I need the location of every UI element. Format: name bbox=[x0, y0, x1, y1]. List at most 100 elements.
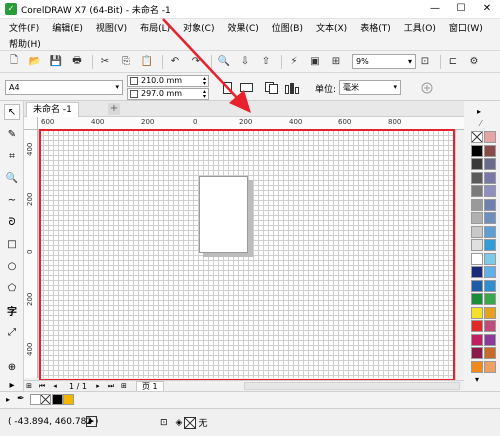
palette-scroll-down-icon[interactable]: ▾ bbox=[475, 375, 479, 384]
palette-swatch[interactable] bbox=[484, 144, 496, 157]
palette-swatch[interactable] bbox=[471, 212, 483, 224]
menu-file[interactable]: 文件(F) bbox=[9, 21, 39, 34]
doc-swatch-black[interactable] bbox=[52, 394, 63, 405]
palette-swatch[interactable] bbox=[471, 144, 483, 157]
palette-swatch[interactable] bbox=[471, 225, 483, 238]
ellipse-tool-icon[interactable]: ○ bbox=[4, 258, 20, 274]
import-icon[interactable]: ⇩ bbox=[236, 54, 254, 70]
units-dropdown[interactable]: 毫米 ▾ bbox=[339, 80, 401, 95]
page-width-field[interactable]: 210.0 mm ▴ ▾ bbox=[127, 75, 209, 87]
snap-to-icon[interactable]: ⊏ bbox=[444, 54, 462, 70]
print-icon[interactable]: 🖶 bbox=[68, 54, 86, 70]
redo-icon[interactable]: ↷ bbox=[187, 54, 205, 70]
palette-swatch[interactable] bbox=[484, 266, 496, 278]
palette-swatch[interactable] bbox=[471, 293, 483, 305]
palette-swatch[interactable] bbox=[484, 185, 496, 197]
eyedropper-icon[interactable]: ⁄ bbox=[480, 119, 481, 128]
add-tool-icon[interactable]: ⊕ bbox=[4, 359, 20, 375]
no-color-swatch[interactable] bbox=[471, 131, 483, 143]
landscape-icon[interactable] bbox=[239, 81, 253, 94]
menu-tools[interactable]: 工具(O) bbox=[404, 21, 436, 34]
palette-swatch[interactable] bbox=[471, 171, 483, 184]
palette-swatch[interactable] bbox=[484, 198, 496, 211]
options-icon[interactable]: ⚙ bbox=[465, 54, 483, 70]
tab-untitled-1[interactable]: 未命名 -1 bbox=[26, 102, 79, 117]
document-page[interactable] bbox=[199, 176, 248, 253]
palette-arrow-icon[interactable]: ▸ bbox=[477, 107, 481, 116]
add-page-before-icon[interactable]: ⊞ bbox=[24, 382, 34, 391]
palette-swatch[interactable] bbox=[471, 306, 483, 319]
zoom-tool-icon[interactable]: 🔍 bbox=[4, 170, 20, 186]
palette-swatch[interactable] bbox=[471, 320, 483, 332]
color-proofing-icon[interactable]: ⊡ bbox=[160, 418, 168, 428]
zoom-level-dropdown[interactable]: 9% ▾ bbox=[352, 54, 416, 69]
corel-connect-icon[interactable]: ⊞ bbox=[327, 54, 345, 70]
polygon-tool-icon[interactable]: ⬠ bbox=[4, 280, 20, 296]
palette-swatch[interactable] bbox=[484, 171, 496, 184]
full-screen-preview-icon[interactable]: ⊡ bbox=[416, 54, 434, 70]
palette-swatch[interactable] bbox=[471, 239, 483, 251]
spinner-icon[interactable]: ▴ ▾ bbox=[203, 76, 206, 87]
menu-object[interactable]: 对象(C) bbox=[183, 21, 214, 34]
minimize-icon[interactable]: — bbox=[422, 0, 448, 19]
cut-icon[interactable]: ✂ bbox=[96, 54, 114, 70]
close-icon[interactable]: ✕ bbox=[474, 0, 500, 19]
search-content-icon[interactable]: 🔍 bbox=[215, 54, 233, 70]
palette-swatch[interactable] bbox=[471, 198, 483, 211]
palette-swatch[interactable] bbox=[471, 347, 483, 359]
palette-swatch[interactable] bbox=[484, 360, 496, 373]
menu-window[interactable]: 窗口(W) bbox=[449, 21, 483, 34]
palette-swatch[interactable] bbox=[484, 131, 496, 143]
pick-tool-icon[interactable]: ↖ bbox=[4, 104, 20, 120]
palette-swatch[interactable] bbox=[471, 158, 483, 170]
add-icon[interactable] bbox=[420, 81, 434, 94]
palette-swatch[interactable] bbox=[484, 252, 496, 265]
page-tab-1[interactable]: 页 1 bbox=[135, 380, 164, 392]
ruler-origin[interactable] bbox=[24, 117, 38, 130]
palette-swatch[interactable] bbox=[484, 306, 496, 319]
copy-icon[interactable]: ⎘ bbox=[117, 54, 135, 70]
palette-swatch[interactable] bbox=[471, 266, 483, 278]
portrait-icon[interactable] bbox=[220, 81, 234, 94]
doc-swatch-orange[interactable] bbox=[63, 394, 74, 405]
menu-layout[interactable]: 布局(L) bbox=[140, 21, 170, 34]
palette-swatch[interactable] bbox=[484, 293, 496, 305]
new-tab-button[interactable]: + bbox=[108, 103, 120, 115]
palette-swatch[interactable] bbox=[484, 320, 496, 332]
palette-swatch[interactable] bbox=[484, 225, 496, 238]
palette-swatch[interactable] bbox=[484, 347, 496, 359]
all-pages-icon[interactable] bbox=[265, 81, 279, 94]
current-page-icon[interactable] bbox=[285, 81, 299, 94]
menu-help[interactable]: 帮助(H) bbox=[9, 37, 41, 50]
palette-swatch[interactable] bbox=[484, 333, 496, 346]
welcome-screen-icon[interactable]: ▣ bbox=[306, 54, 324, 70]
open-icon[interactable]: 📂 bbox=[26, 54, 44, 70]
menu-effects[interactable]: 效果(C) bbox=[227, 21, 258, 34]
play-icon[interactable]: ▶ bbox=[86, 416, 97, 427]
menu-table[interactable]: 表格(T) bbox=[360, 21, 391, 34]
last-page-icon[interactable]: ⏭ bbox=[106, 382, 116, 391]
horizontal-ruler[interactable]: 600 400 200 0 200 400 600 800 bbox=[38, 117, 464, 130]
artistic-media-icon[interactable]: ᘐ bbox=[4, 214, 20, 230]
next-page-icon[interactable]: ▸ bbox=[93, 382, 103, 391]
connector-tool-icon[interactable]: ⤢ bbox=[4, 324, 20, 340]
add-page-after-icon[interactable]: ⊞ bbox=[119, 382, 129, 391]
shape-tool-icon[interactable]: ✎ bbox=[4, 126, 20, 142]
crop-tool-icon[interactable]: ⌗ bbox=[4, 148, 20, 164]
export-icon[interactable]: ⇧ bbox=[257, 54, 275, 70]
rectangle-tool-icon[interactable]: □ bbox=[4, 236, 20, 252]
text-tool-icon[interactable]: 字 bbox=[4, 302, 20, 318]
previous-page-icon[interactable]: ◂ bbox=[50, 382, 60, 391]
horizontal-scrollbar[interactable] bbox=[243, 382, 460, 390]
palette-swatch[interactable] bbox=[471, 333, 483, 346]
save-icon[interactable]: 💾 bbox=[47, 54, 65, 70]
application-launcher-icon[interactable]: ⚡ bbox=[285, 54, 303, 70]
menu-edit[interactable]: 编辑(E) bbox=[52, 21, 83, 34]
maximize-icon[interactable]: ☐ bbox=[448, 0, 474, 19]
palette-swatch[interactable] bbox=[471, 360, 483, 373]
undo-icon[interactable]: ↶ bbox=[166, 54, 184, 70]
palette-swatch[interactable] bbox=[484, 212, 496, 224]
drawing-canvas[interactable] bbox=[38, 130, 455, 378]
palette-swatch[interactable] bbox=[484, 158, 496, 170]
spinner-icon[interactable]: ▴ ▾ bbox=[203, 89, 206, 100]
